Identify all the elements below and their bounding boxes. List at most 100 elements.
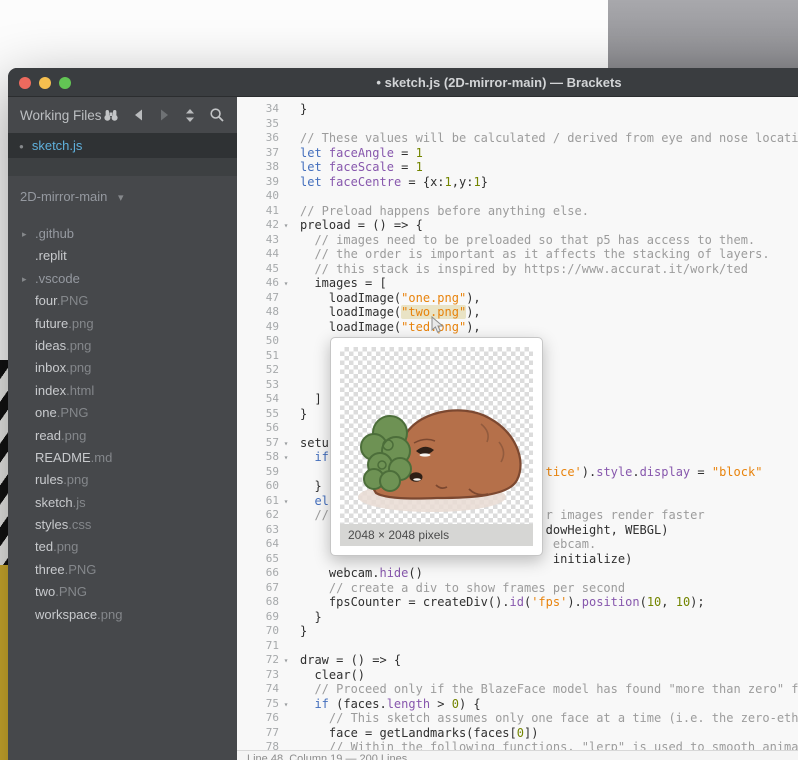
tree-item-github[interactable]: ▸ .github — [8, 223, 237, 245]
search-icon[interactable] — [209, 107, 225, 123]
minimize-button[interactable] — [39, 77, 51, 89]
zoom-button[interactable] — [59, 77, 71, 89]
gutter[interactable]: 76 — [237, 711, 300, 726]
gutter[interactable]: 50 — [237, 334, 300, 349]
fold-arrow-icon[interactable]: ▾ — [279, 436, 293, 451]
code-line-73[interactable]: 73 clear() — [237, 668, 798, 683]
code-line-44[interactable]: 44 // the order is important as it affec… — [237, 247, 798, 262]
gutter[interactable]: 44 — [237, 247, 300, 262]
code-line-45[interactable]: 45 // this stack is inspired by https://… — [237, 262, 798, 277]
code-line-35[interactable]: 35 — [237, 117, 798, 132]
gutter[interactable]: 34 — [237, 102, 300, 117]
code-line-70[interactable]: 70} — [237, 624, 798, 639]
fold-arrow-icon[interactable]: ▾ — [279, 653, 293, 668]
code-line-39[interactable]: 39 let faceCentre = {x:1,y:1} — [237, 175, 798, 190]
tree-item-replit[interactable]: .replit — [8, 245, 237, 267]
code-line-72[interactable]: 72 ▾ draw = () => { — [237, 653, 798, 668]
fold-arrow-icon[interactable]: ▾ — [279, 697, 293, 712]
tree-item-future[interactable]: future.png — [8, 313, 237, 335]
gutter[interactable]: 73 — [237, 668, 300, 683]
gutter[interactable]: 61 ▾ — [237, 494, 300, 509]
code-line-43[interactable]: 43 // images need to be preloaded so tha… — [237, 233, 798, 248]
gutter[interactable]: 69 — [237, 610, 300, 625]
fold-arrow-icon[interactable]: ▾ — [279, 218, 293, 233]
gutter[interactable]: 53 — [237, 378, 300, 393]
tree-item-styles[interactable]: styles.css — [8, 514, 237, 536]
code-line-48[interactable]: 48 loadImage("two.png"), — [237, 305, 798, 320]
code-line-36[interactable]: 36 // These values will be calculated / d… — [237, 131, 798, 146]
working-file-sketch-js[interactable]: sketch.js — [8, 133, 237, 158]
gutter[interactable]: 36 — [237, 131, 300, 146]
gutter[interactable]: 55 — [237, 407, 300, 422]
tree-item-rules[interactable]: rules.png — [8, 469, 237, 491]
gutter[interactable]: 72 ▾ — [237, 653, 300, 668]
tree-item-index[interactable]: index.html — [8, 380, 237, 402]
code-line-66[interactable]: 66 webcam.hide() — [237, 566, 798, 581]
gutter[interactable]: 67 — [237, 581, 300, 596]
code-line-47[interactable]: 47 loadImage("one.png"), — [237, 291, 798, 306]
gutter[interactable]: 46 ▾ — [237, 276, 300, 291]
tree-item-vscode[interactable]: ▸ .vscode — [8, 268, 237, 290]
code-line-42[interactable]: 42 ▾ preload = () => { — [237, 218, 798, 233]
gutter[interactable]: 43 — [237, 233, 300, 248]
code-line-46[interactable]: 46 ▾ images = [ — [237, 276, 798, 291]
gutter[interactable]: 54 — [237, 392, 300, 407]
gutter[interactable]: 71 — [237, 639, 300, 654]
code-line-40[interactable]: 40 — [237, 189, 798, 204]
code-line-77[interactable]: 77 face = getLandmarks(faces[0]) — [237, 726, 798, 741]
code-line-76[interactable]: 76 // This sketch assumes only one face … — [237, 711, 798, 726]
gutter[interactable]: 66 — [237, 566, 300, 581]
gutter[interactable]: 63 — [237, 523, 300, 538]
code-line-74[interactable]: 74 // Proceed only if the BlazeFace mode… — [237, 682, 798, 697]
tree-item-sketch[interactable]: sketch.js — [8, 492, 237, 514]
gutter[interactable]: 68 — [237, 595, 300, 610]
gutter[interactable]: 60 — [237, 479, 300, 494]
gutter[interactable]: 62 — [237, 508, 300, 523]
fold-arrow-icon[interactable]: ▾ — [279, 276, 293, 291]
gutter[interactable]: 41 — [237, 204, 300, 219]
code-line-69[interactable]: 69 } — [237, 610, 798, 625]
tree-item-two[interactable]: two.PNG — [8, 581, 237, 603]
gutter[interactable]: 51 — [237, 349, 300, 364]
code-line-67[interactable]: 67 // create a div to show frames per se… — [237, 581, 798, 596]
fold-arrow-icon[interactable]: ▾ — [279, 450, 293, 465]
tree-item-inbox[interactable]: inbox.png — [8, 357, 237, 379]
gutter[interactable]: 65 — [237, 552, 300, 567]
code-line-49[interactable]: 49 loadImage("ted.png"), — [237, 320, 798, 335]
tree-item-read[interactable]: read.png — [8, 425, 237, 447]
gutter[interactable]: 64 — [237, 537, 300, 552]
gutter[interactable]: 35 — [237, 117, 300, 132]
tree-item-ideas[interactable]: ideas.png — [8, 335, 237, 357]
project-dropdown[interactable]: 2D-mirror-main — [8, 189, 237, 209]
gutter[interactable]: 70 — [237, 624, 300, 639]
tree-item-ted[interactable]: ted.png — [8, 536, 237, 558]
back-icon[interactable] — [132, 108, 145, 122]
code-line-71[interactable]: 71 — [237, 639, 798, 654]
fold-arrow-icon[interactable]: ▾ — [279, 494, 293, 509]
gutter[interactable]: 38 — [237, 160, 300, 175]
binoculars-icon[interactable] — [103, 107, 119, 123]
code-line-75[interactable]: 75 ▾ if (faces.length > 0) { — [237, 697, 798, 712]
gutter[interactable]: 58 ▾ — [237, 450, 300, 465]
gutter[interactable]: 39 — [237, 175, 300, 190]
folder-arrow-icon[interactable]: ▸ — [22, 223, 27, 245]
close-button[interactable] — [19, 77, 31, 89]
gutter[interactable]: 48 — [237, 305, 300, 320]
gutter[interactable]: 45 — [237, 262, 300, 277]
tree-item-one[interactable]: one.PNG — [8, 402, 237, 424]
gutter[interactable]: 52 — [237, 363, 300, 378]
titlebar[interactable]: • sketch.js (2D-mirror-main) — Brackets — [8, 68, 798, 97]
gutter[interactable]: 74 — [237, 682, 300, 697]
tree-item-workspace[interactable]: workspace.png — [8, 604, 237, 626]
gutter[interactable]: 77 — [237, 726, 300, 741]
gutter[interactable]: 75 ▾ — [237, 697, 300, 712]
code-line-34[interactable]: 34} — [237, 102, 798, 117]
gutter[interactable]: 42 ▾ — [237, 218, 300, 233]
gutter[interactable]: 57 ▾ — [237, 436, 300, 451]
code-line-68[interactable]: 68 fpsCounter = createDiv().id('fps').po… — [237, 595, 798, 610]
forward-icon[interactable] — [158, 108, 171, 122]
folder-arrow-icon[interactable]: ▸ — [22, 268, 27, 290]
split-sort-icon[interactable] — [184, 108, 196, 123]
code-line-38[interactable]: 38 let faceScale = 1 — [237, 160, 798, 175]
code-line-41[interactable]: 41 // Preload happens before anything els… — [237, 204, 798, 219]
